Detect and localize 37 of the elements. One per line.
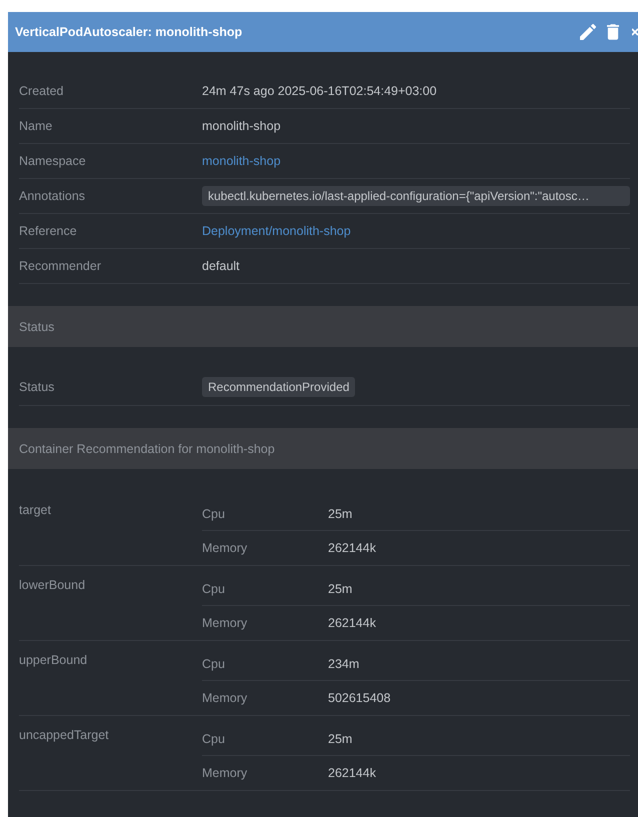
resource-value: 25m: [328, 582, 352, 596]
resource-value: 262144k: [328, 541, 376, 555]
field-value: 24m 47s ago 2025-06-16T02:54:49+03:00: [202, 84, 437, 98]
resource-value: 262144k: [328, 616, 376, 630]
resource-name: Memory: [202, 616, 248, 630]
field-value: monolith-shop: [202, 119, 281, 133]
recommendation-label: uncappedTarget: [19, 727, 110, 744]
field-label: Recommender: [19, 259, 102, 273]
resource-value: 234m: [328, 656, 360, 670]
field-link[interactable]: monolith-shop: [202, 154, 281, 168]
resource-name: Cpu: [202, 506, 226, 520]
field-value: default: [202, 259, 240, 273]
section-title: Status: [19, 320, 54, 334]
field-label: Created: [19, 84, 64, 98]
resource-name: Memory: [202, 766, 248, 780]
field-label: Namespace: [19, 154, 87, 168]
field-label: Name: [19, 119, 54, 133]
recommendation-label: lowerBound: [19, 577, 86, 594]
value-badge: kubectl.kubernetes.io/last-applied-configuration={"apiVersion":"autosc…: [202, 186, 630, 206]
resource-value: 25m: [328, 732, 352, 746]
recommendation-label: target: [19, 502, 52, 519]
resource-name: Cpu: [202, 582, 226, 596]
resource-name: Cpu: [202, 656, 226, 670]
resource-value: 262144k: [328, 766, 376, 780]
field-label: Annotations: [19, 189, 86, 203]
resource-name: Memory: [202, 691, 248, 705]
resource-name: Cpu: [202, 732, 226, 746]
resource-value: 502615408: [328, 691, 391, 705]
resource-value: 25m: [328, 506, 352, 520]
section-title: Container Recommendation for monolith-shop: [19, 442, 275, 456]
field-label: Status: [19, 380, 56, 394]
field-link[interactable]: Deployment/monolith-shop: [202, 224, 351, 238]
window-title: VerticalPodAutoscaler: monolith-shop: [15, 25, 244, 39]
status-badge: RecommendationProvided: [202, 377, 356, 397]
resource-name: Memory: [202, 541, 248, 555]
field-label: Reference: [19, 224, 78, 238]
recommendation-label: upperBound: [19, 652, 88, 669]
